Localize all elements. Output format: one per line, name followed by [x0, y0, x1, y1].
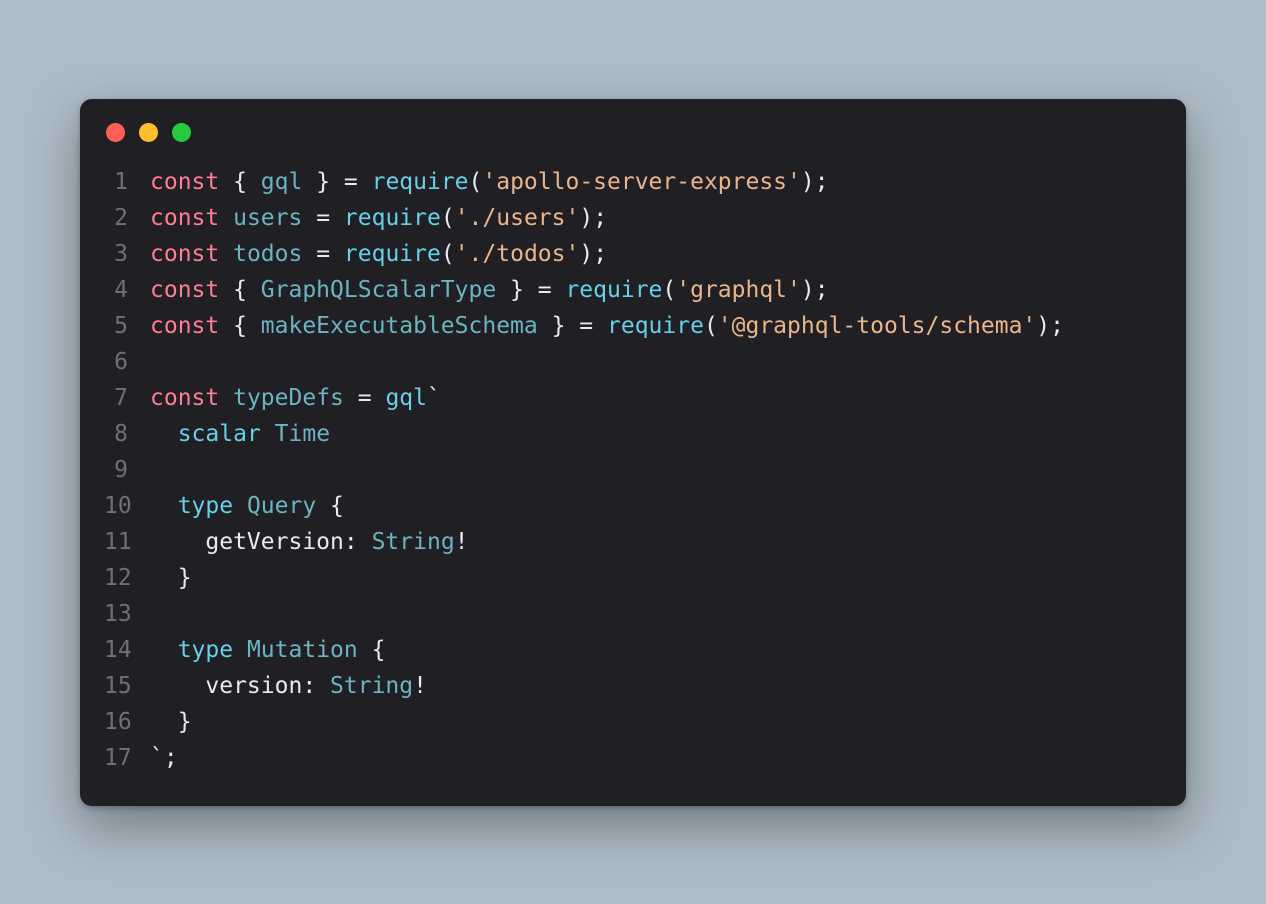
code-content: const { GraphQLScalarType } = require('g… — [150, 272, 829, 308]
code-content: scalar Time — [150, 416, 330, 452]
code-line: 3 const todos = require('./todos'); — [104, 236, 1162, 272]
code-content: const typeDefs = gql` — [150, 380, 441, 416]
line-number: 5 — [104, 308, 150, 344]
line-number: 7 — [104, 380, 150, 416]
minimize-icon[interactable] — [139, 123, 158, 142]
line-number: 17 — [104, 740, 150, 776]
line-number: 12 — [104, 560, 150, 596]
code-line: 1 const { gql } = require('apollo-server… — [104, 164, 1162, 200]
code-line: 11 getVersion: String! — [104, 524, 1162, 560]
code-content: const todos = require('./todos'); — [150, 236, 607, 272]
line-number: 8 — [104, 416, 150, 452]
code-line: 7 const typeDefs = gql` — [104, 380, 1162, 416]
line-number: 4 — [104, 272, 150, 308]
code-content: version: String! — [150, 668, 427, 704]
code-content: } — [150, 704, 192, 740]
line-number: 1 — [104, 164, 150, 200]
code-line: 14 type Mutation { — [104, 632, 1162, 668]
code-line: 17 `; — [104, 740, 1162, 776]
code-line: 15 version: String! — [104, 668, 1162, 704]
line-number: 6 — [104, 344, 150, 380]
code-line: 5 const { makeExecutableSchema } = requi… — [104, 308, 1162, 344]
code-line: 9 — [104, 452, 1162, 488]
line-number: 15 — [104, 668, 150, 704]
code-content: const { makeExecutableSchema } = require… — [150, 308, 1064, 344]
code-content: type Mutation { — [150, 632, 385, 668]
code-line: 8 scalar Time — [104, 416, 1162, 452]
code-line: 4 const { GraphQLScalarType } = require(… — [104, 272, 1162, 308]
line-number: 13 — [104, 596, 150, 632]
code-line: 12 } — [104, 560, 1162, 596]
line-number: 10 — [104, 488, 150, 524]
code-line: 16 } — [104, 704, 1162, 740]
code-line: 2 const users = require('./users'); — [104, 200, 1162, 236]
code-editor[interactable]: 1 const { gql } = require('apollo-server… — [80, 150, 1186, 806]
line-number: 3 — [104, 236, 150, 272]
code-line: 10 type Query { — [104, 488, 1162, 524]
line-number: 16 — [104, 704, 150, 740]
line-number: 9 — [104, 452, 150, 488]
code-content: type Query { — [150, 488, 344, 524]
close-icon[interactable] — [106, 123, 125, 142]
zoom-icon[interactable] — [172, 123, 191, 142]
line-number: 14 — [104, 632, 150, 668]
code-window: 1 const { gql } = require('apollo-server… — [80, 99, 1186, 806]
code-content: `; — [150, 740, 178, 776]
line-number: 2 — [104, 200, 150, 236]
line-number: 11 — [104, 524, 150, 560]
titlebar — [80, 99, 1186, 150]
code-content: getVersion: String! — [150, 524, 469, 560]
code-content: const users = require('./users'); — [150, 200, 607, 236]
code-content: const { gql } = require('apollo-server-e… — [150, 164, 829, 200]
code-content: } — [150, 560, 192, 596]
code-line: 13 — [104, 596, 1162, 632]
code-line: 6 — [104, 344, 1162, 380]
